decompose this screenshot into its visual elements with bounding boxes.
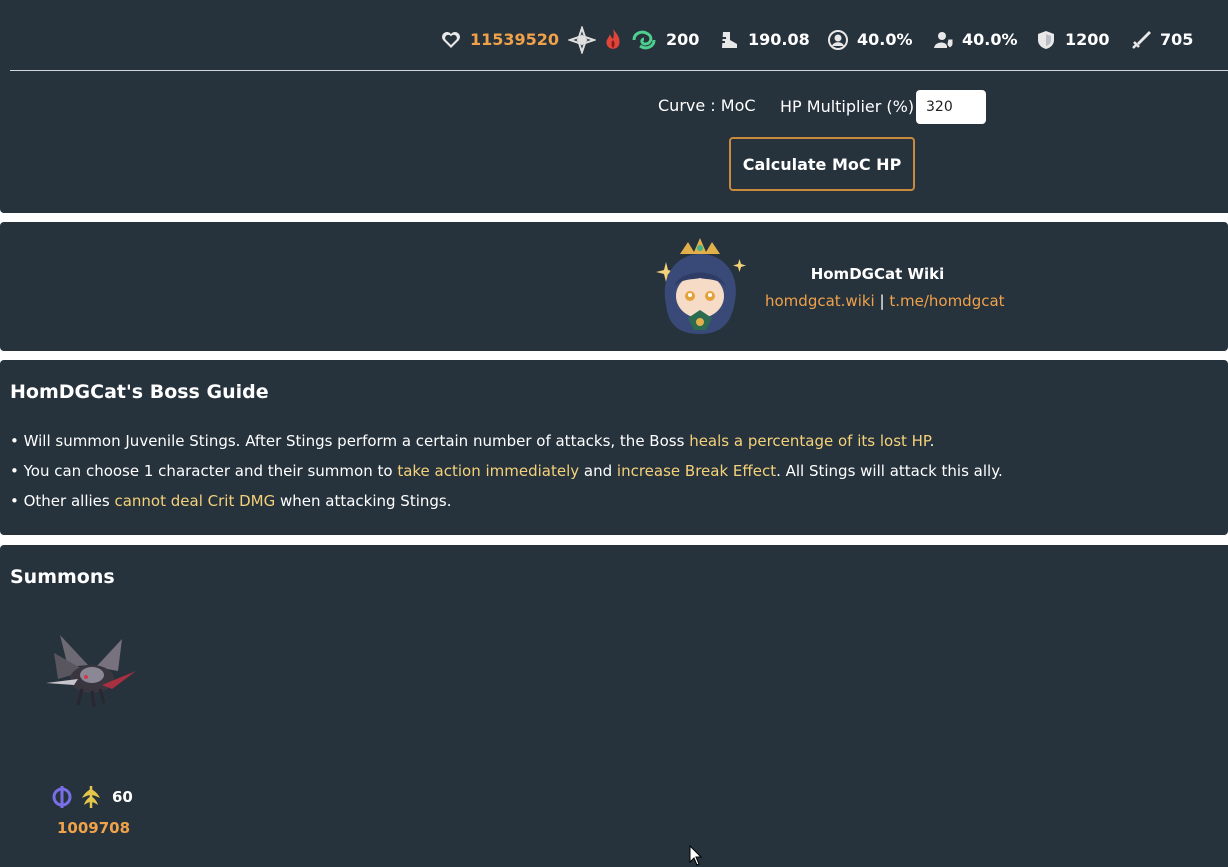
shield-icon — [1038, 31, 1054, 49]
effect-res-value: 40.0% — [962, 30, 1018, 49]
resist-icon — [934, 32, 954, 49]
wiki-site-link[interactable]: homdgcat.wiki — [765, 292, 875, 310]
curve-label: Curve : MoC — [658, 96, 756, 115]
effect-res-stat: 40.0% — [932, 26, 1018, 54]
speed-value: 190.08 — [748, 30, 810, 49]
quantum-icon — [52, 786, 72, 808]
guide-highlight: cannot deal Crit DMG — [114, 492, 276, 510]
wiki-credit-panel: HomDGCat Wiki homdgcat.wiki | t.me/homdg… — [0, 222, 1228, 351]
telegram-link[interactable]: t.me/homdgcat — [889, 292, 1004, 310]
toughness-value: 200 — [666, 30, 700, 49]
divider — [10, 70, 1228, 71]
wind-weakness-icon — [632, 30, 656, 50]
calculate-moc-hp-button[interactable]: Calculate MoC HP — [729, 137, 915, 191]
quantum-weakness-icon — [568, 26, 596, 54]
summon-level: 60 — [112, 788, 133, 806]
heart-icon — [442, 32, 460, 48]
fire-weakness-icon — [606, 29, 620, 49]
attack-stat: 705 — [1130, 26, 1193, 54]
hp-multiplier-label: HP Multiplier (%): — [780, 97, 920, 116]
boss-guide-panel: HomDGCat's Boss Guide • Will summon Juve… — [0, 360, 1228, 535]
attack-value: 705 — [1160, 30, 1194, 49]
boss-guide-heading: HomDGCat's Boss Guide — [10, 381, 269, 403]
boot-icon — [719, 32, 737, 48]
summon-portrait — [46, 635, 136, 708]
defense-value: 1200 — [1065, 30, 1110, 49]
guide-text: • Will summon Juvenile Stings. After Sti… — [10, 432, 690, 450]
effect-hit-rate-value: 40.0% — [857, 30, 913, 49]
sword-icon — [1132, 31, 1151, 49]
abundance-icon — [82, 786, 100, 808]
guide-line: • Other allies cannot deal Crit DMG when… — [10, 492, 452, 510]
summon-info: 60 — [50, 783, 133, 811]
boss-stats-panel: 11539520 200 190.08 40.0% 40.0% 1200 705… — [0, 0, 1228, 213]
summons-heading: Summons — [10, 566, 115, 588]
guide-line: • You can choose 1 character and their s… — [10, 462, 1003, 480]
guide-highlight: increase Break Effect — [616, 462, 777, 480]
speed-stat: 190.08 — [718, 26, 810, 54]
guide-text: . All Stings will attack this ally. — [776, 462, 1003, 480]
summons-panel: Summons 60 1009708 — [0, 545, 1228, 867]
effect-hit-rate-stat: 40.0% — [827, 26, 913, 54]
guide-text: • Other allies — [10, 492, 115, 510]
guide-line: • Will summon Juvenile Stings. After Sti… — [10, 432, 934, 450]
wiki-title: HomDGCat Wiki — [810, 265, 945, 283]
mascot-avatar — [656, 238, 746, 334]
guide-text: when attacking Stings. — [275, 492, 452, 510]
guide-text: • You can choose 1 character and their s… — [10, 462, 398, 480]
hp-multiplier-input[interactable] — [916, 90, 986, 124]
hp-value: 11539520 — [470, 30, 560, 49]
toughness-stat: 200 — [568, 26, 699, 54]
hp-stat: 11539520 — [440, 26, 559, 54]
wiki-links: homdgcat.wiki | t.me/homdgcat — [765, 292, 1005, 310]
guide-highlight: heals a percentage of its lost HP — [689, 432, 930, 450]
guide-highlight: take action immediately — [397, 462, 580, 480]
summon-hp: 1009708 — [57, 819, 131, 837]
link-separator: | — [879, 292, 885, 310]
defense-stat: 1200 — [1035, 26, 1110, 54]
mouse-cursor-icon — [689, 845, 703, 866]
guide-text: and — [579, 462, 617, 480]
target-icon — [828, 30, 848, 50]
guide-text: . — [929, 432, 935, 450]
